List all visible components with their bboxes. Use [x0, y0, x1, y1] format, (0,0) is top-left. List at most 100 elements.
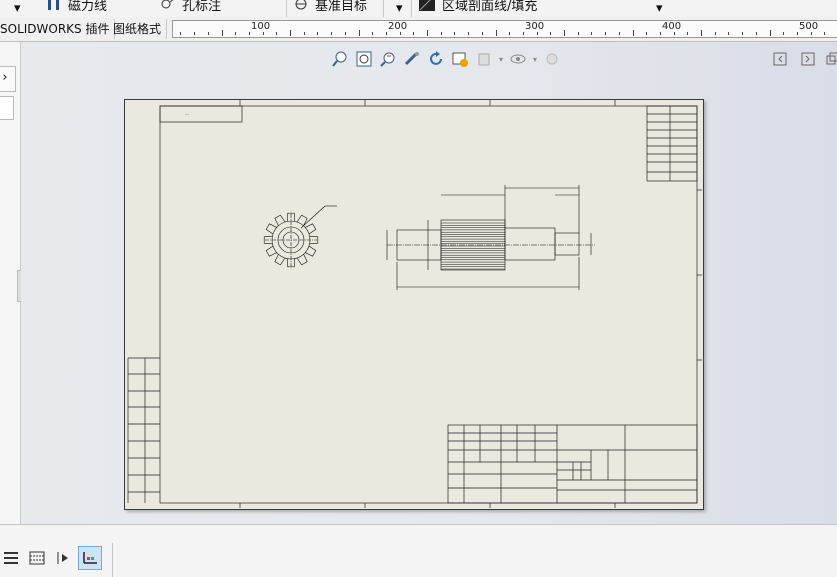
- ruler-tick: [221, 30, 223, 36]
- dropdown-arrow-icon[interactable]: ▾: [14, 0, 21, 17]
- ruler-tick: [509, 32, 511, 35]
- ruler-tick: [440, 32, 442, 35]
- ruler-tick: [468, 32, 470, 35]
- ruler-label: 100: [251, 21, 271, 32]
- ruler-tick: [358, 30, 360, 36]
- restore-icon[interactable]: [825, 52, 837, 69]
- expand-panel-button[interactable]: ›: [0, 66, 16, 92]
- ruler-tick: [331, 32, 333, 35]
- ruler-tick: [248, 32, 250, 35]
- separator: [411, 0, 412, 17]
- layers-icon[interactable]: [26, 547, 48, 569]
- ruler-label: 300: [525, 21, 545, 32]
- bottom-panel: [0, 524, 837, 577]
- ruler-tick: [262, 32, 264, 35]
- zoom-to-fit-icon[interactable]: [331, 50, 349, 68]
- tile-right-icon[interactable]: [801, 52, 815, 69]
- previous-view-icon[interactable]: [379, 50, 397, 68]
- ruler-tick: [783, 32, 785, 35]
- tab-sheet-format[interactable]: 图纸格式: [108, 19, 168, 39]
- ruler-label: 200: [388, 21, 408, 32]
- zoom-to-area-icon[interactable]: [355, 50, 373, 68]
- ruler-tick: [591, 32, 593, 35]
- ruler-tick: [290, 30, 291, 36]
- ruler-label: 500: [799, 21, 819, 32]
- tab-bar: SOLIDWORKS 插件 图纸格式 100 200 300 400 500: [0, 17, 837, 42]
- command-manager-strip: ▾ 磁力线 孔标注 基准目标 ▾ 区域剖面线/填充 ▾: [0, 0, 837, 18]
- gear-end-view: [263, 205, 337, 268]
- chevron-down-icon[interactable]: ▾: [499, 55, 503, 64]
- separator: [112, 543, 113, 577]
- gear-tooth: [265, 223, 277, 235]
- separator: [383, 0, 384, 17]
- sheet-label: ···: [185, 112, 189, 117]
- panel-tab[interactable]: [0, 96, 14, 120]
- gear-tooth: [305, 223, 317, 235]
- ruler-tick: [618, 32, 620, 35]
- horizontal-ruler: 100 200 300 400 500: [172, 20, 837, 38]
- ruler-tick: [481, 32, 483, 35]
- chevron-down-icon[interactable]: ▾: [533, 55, 537, 64]
- ruler-tick: [824, 32, 826, 35]
- ruler-tick: [413, 32, 415, 35]
- ruler-tick: [180, 32, 182, 35]
- ruler-tick: [646, 32, 648, 35]
- gear-tooth: [274, 214, 286, 226]
- sheet-format-icon[interactable]: [78, 546, 102, 570]
- gear-side-view: [386, 185, 595, 290]
- ruler-tick: [194, 32, 196, 35]
- properties-list-icon[interactable]: [0, 547, 22, 569]
- sheet-border: [159, 105, 698, 504]
- ruler-tick: [522, 32, 524, 35]
- ruler-tick: [207, 32, 209, 35]
- ruler-tick: [372, 32, 374, 35]
- view-settings-icon[interactable]: [451, 50, 469, 68]
- heads-up-view-toolbar: ▾ ▾: [331, 48, 561, 70]
- hole-callout-icon: [161, 0, 174, 9]
- ruler-tick: [755, 32, 757, 35]
- redraw-icon[interactable]: [427, 50, 445, 68]
- datum-target-button[interactable]: 基准目标: [293, 0, 367, 14]
- ruler-tick: [276, 32, 278, 35]
- ruler-tick: [714, 32, 716, 35]
- ruler-tick: [742, 32, 744, 35]
- magnetic-line-button[interactable]: 磁力线: [46, 0, 107, 14]
- gear-tooth: [274, 254, 286, 266]
- appearance-icon[interactable]: [543, 50, 561, 68]
- ruler-tick: [632, 30, 634, 36]
- gear-tooth: [265, 245, 277, 257]
- ruler-tick: [659, 32, 661, 35]
- tile-left-icon[interactable]: [773, 52, 787, 69]
- datum-target-icon: [295, 0, 307, 10]
- tab-solidworks-addins[interactable]: SOLIDWORKS 插件: [0, 19, 116, 39]
- ruler-tick: [303, 32, 305, 35]
- hole-callout-button[interactable]: 孔标注: [160, 0, 221, 14]
- ruler-tick: [769, 30, 771, 36]
- ruler-tick: [810, 32, 812, 35]
- ruler-tick: [344, 32, 346, 35]
- gear-tooth: [296, 214, 308, 226]
- ruler-tick: [550, 32, 552, 35]
- ruler-tick: [687, 32, 689, 35]
- ruler-tick: [385, 32, 387, 35]
- separator: [286, 0, 287, 17]
- rotate-icon[interactable]: [403, 50, 421, 68]
- magnetic-line-icon: [48, 0, 59, 10]
- area-hatch-button[interactable]: 区域剖面线/填充: [418, 0, 537, 14]
- area-hatch-icon: [419, 0, 435, 11]
- display-style-icon[interactable]: [475, 50, 493, 68]
- ruler-tick: [605, 32, 607, 35]
- drawing-canvas: ···: [127, 100, 702, 508]
- hide-show-icon[interactable]: [509, 50, 527, 68]
- ruler-tick: [701, 30, 702, 36]
- ruler-tick: [454, 32, 456, 35]
- dropdown-arrow-icon[interactable]: ▾: [656, 0, 663, 17]
- ruler-tick: [796, 32, 798, 35]
- filter-icon[interactable]: [52, 547, 74, 569]
- drawing-sheet[interactable]: ···: [124, 99, 704, 510]
- chevron-right-icon: ›: [2, 70, 8, 85]
- ruler-tick: [495, 30, 497, 36]
- dropdown-arrow-icon[interactable]: ▾: [396, 0, 403, 17]
- ruler-tick: [536, 32, 538, 35]
- ruler-tick: [564, 30, 565, 36]
